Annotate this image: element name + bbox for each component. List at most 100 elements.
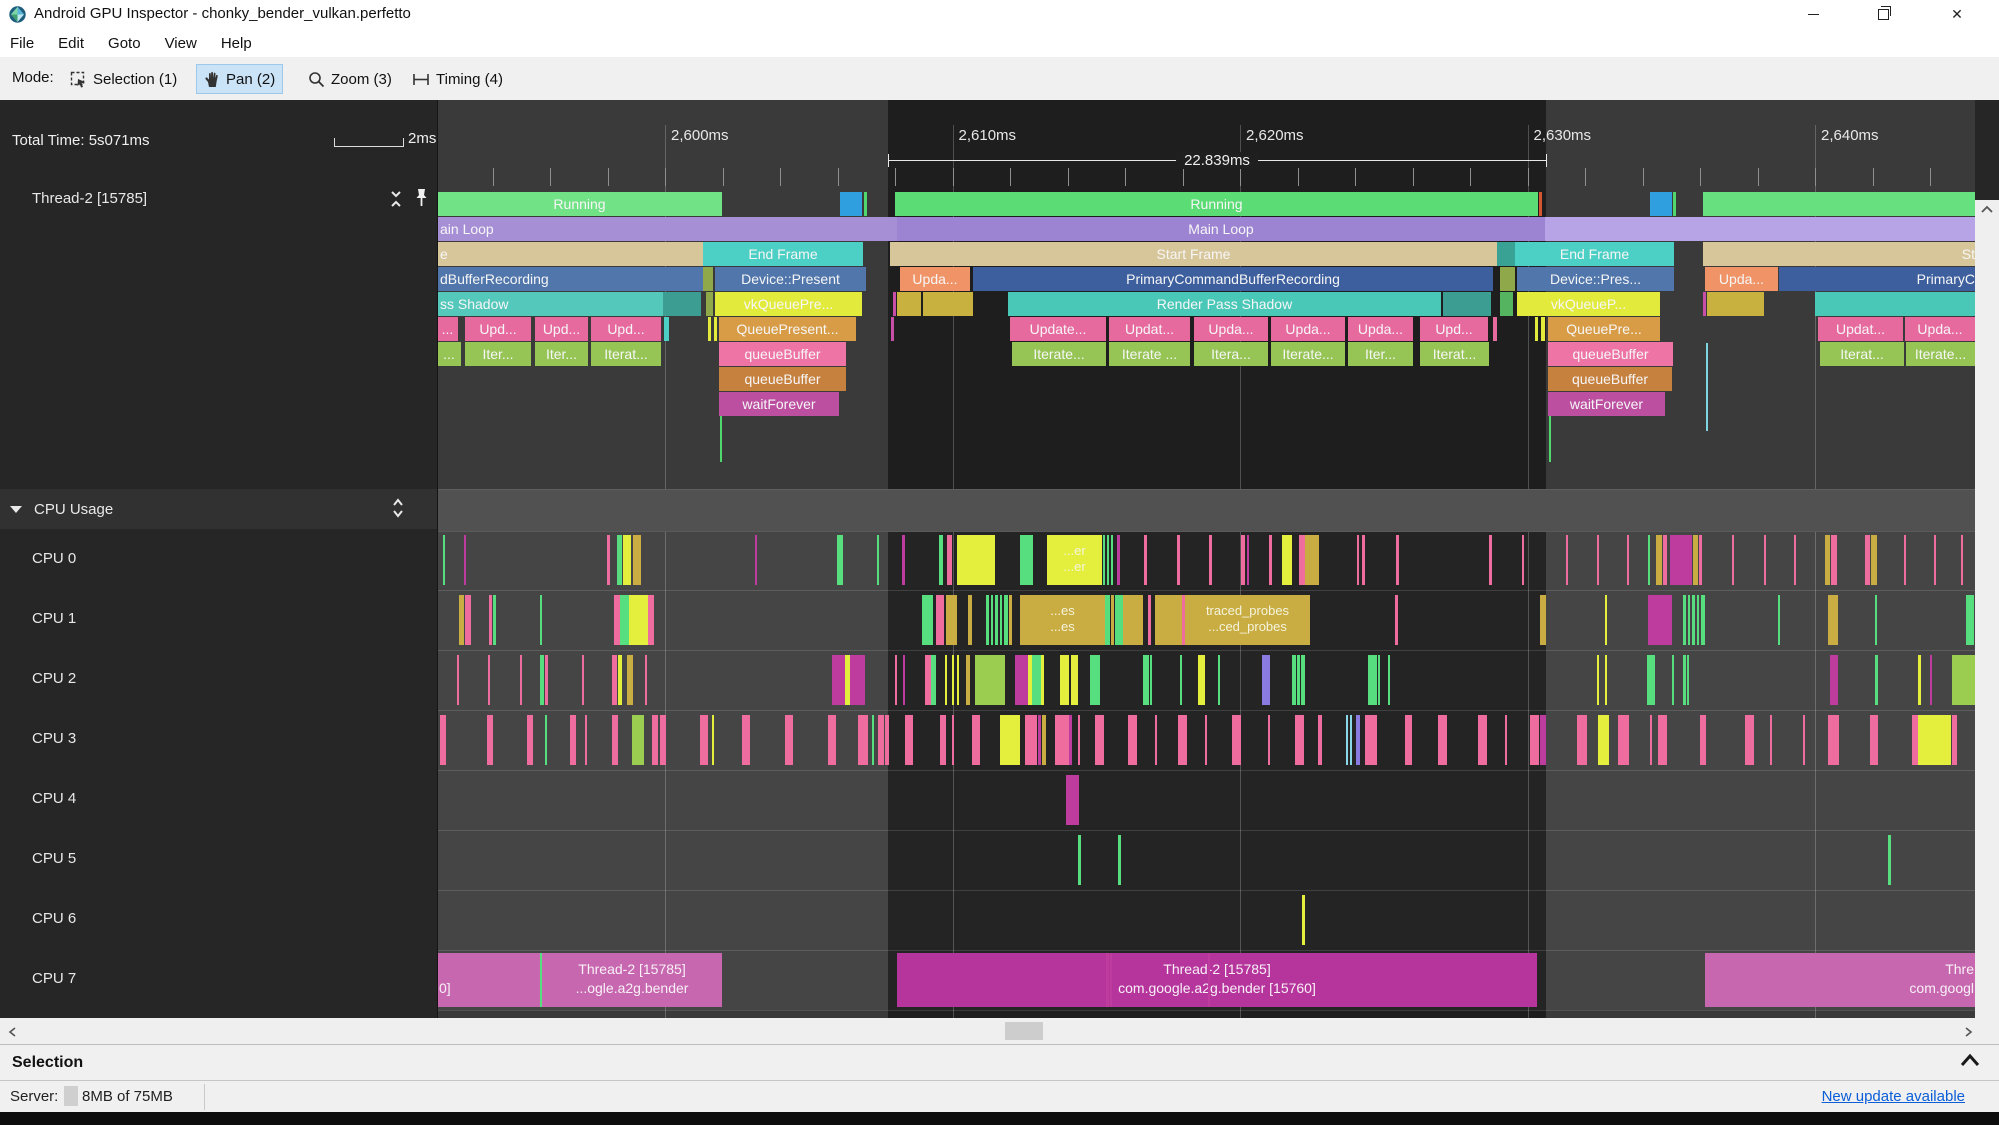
cpu-slice[interactable]	[1247, 535, 1249, 585]
hscroll-thumb[interactable]	[1005, 1022, 1043, 1040]
cpu-slice[interactable]	[968, 595, 972, 645]
cpu7-thin-slice[interactable]	[1208, 953, 1210, 1007]
cpu-slice[interactable]	[1648, 535, 1650, 585]
cpu-slice[interactable]	[1365, 715, 1377, 765]
cpu-slice[interactable]	[1282, 535, 1292, 585]
cpu-slice[interactable]	[1346, 715, 1348, 765]
slice[interactable]: queueBuffer	[1548, 367, 1672, 391]
slice[interactable]: QueuePresent...	[719, 317, 856, 341]
chevron-up-icon[interactable]	[1959, 1053, 1981, 1067]
cpu-slice[interactable]	[1305, 535, 1319, 585]
cpu-slice[interactable]	[1701, 595, 1705, 645]
slice[interactable]: Updat...	[1818, 317, 1903, 341]
slice[interactable]	[864, 192, 867, 216]
slice[interactable]: vkQueuePre...	[715, 292, 862, 316]
cpu-slice[interactable]	[1055, 715, 1069, 765]
cpu-slice[interactable]	[585, 715, 587, 765]
slice[interactable]	[708, 317, 711, 341]
slice[interactable]: Updat...	[1109, 317, 1190, 341]
cpu-slice[interactable]	[1368, 655, 1377, 705]
slice[interactable]	[1535, 317, 1538, 341]
cpu-slice[interactable]	[1670, 535, 1692, 585]
menu-item-view[interactable]: View	[165, 35, 197, 52]
cpu-slice[interactable]	[1241, 535, 1245, 585]
slice[interactable]	[1541, 317, 1545, 341]
cpu-slice[interactable]	[488, 655, 490, 705]
cpu-slice[interactable]	[1009, 595, 1012, 645]
slice[interactable]	[1545, 217, 1975, 241]
cpu-slice[interactable]	[1000, 715, 1020, 765]
cpu-slice[interactable]	[1117, 535, 1120, 585]
cpu-slice[interactable]	[940, 715, 946, 765]
cpu-slice[interactable]	[1111, 595, 1114, 645]
cpu-slice[interactable]	[1292, 655, 1296, 705]
slice[interactable]	[1497, 242, 1515, 266]
slice[interactable]: Main Loop	[897, 217, 1545, 241]
slice[interactable]	[664, 317, 669, 341]
mode-pan-button[interactable]: Pan (2)	[196, 64, 284, 94]
cpu-slice[interactable]	[957, 535, 995, 585]
slice[interactable]	[1707, 292, 1764, 316]
cpu-slice[interactable]	[1015, 655, 1028, 705]
cpu-slice[interactable]	[1764, 535, 1766, 585]
cpu-slice[interactable]	[945, 655, 947, 705]
cpu-slice[interactable]	[1042, 715, 1046, 765]
cpu-slice[interactable]	[966, 655, 970, 705]
cpu-slice[interactable]	[1143, 655, 1149, 705]
horizontal-scrollbar[interactable]	[0, 1018, 1999, 1044]
slice[interactable]: Device::Present	[715, 267, 866, 291]
cpu-slice[interactable]	[1692, 595, 1695, 645]
cpu-slice[interactable]	[1066, 775, 1079, 825]
slice[interactable]: queueBuffer	[719, 342, 846, 366]
slice[interactable]: ...	[437, 317, 458, 341]
slice[interactable]	[1703, 192, 1975, 216]
cpu-slice[interactable]	[618, 655, 622, 705]
cpu-slice[interactable]	[1650, 715, 1652, 765]
updown-icon[interactable]	[390, 497, 406, 519]
cpu-slice[interactable]	[1103, 535, 1105, 585]
slice[interactable]: Upda...	[1905, 317, 1975, 341]
cpu-slice[interactable]	[995, 595, 998, 645]
cpu7-thread-block[interactable]: Thre com.googl	[1705, 953, 1975, 1007]
cpu-slice[interactable]	[648, 595, 654, 645]
slice[interactable]: Running	[437, 192, 722, 216]
cpu-slice[interactable]	[1934, 535, 1936, 585]
slice[interactable]: PrimaryC	[1779, 267, 1975, 291]
cpu-slice[interactable]	[1618, 715, 1629, 765]
cpu-slice[interactable]	[1295, 715, 1304, 765]
cpu-slice[interactable]	[465, 595, 471, 645]
cpu-slice[interactable]	[1732, 535, 1734, 585]
cpu-slice[interactable]	[1205, 715, 1207, 765]
cpu-slice[interactable]	[1770, 715, 1772, 765]
cpu-slice[interactable]	[939, 535, 943, 585]
cpu-slice[interactable]	[1150, 655, 1152, 705]
close-button[interactable]: ✕	[1934, 0, 1980, 29]
cpu-slice[interactable]	[440, 715, 446, 765]
cpu-slice[interactable]	[1605, 655, 1607, 705]
cpu-slice[interactable]	[832, 655, 845, 705]
track-area[interactable]: 2,600ms 2,610ms 2,620ms 2,630ms 2,640ms Runn…	[437, 100, 1975, 1018]
slice[interactable]: queueBuffer	[719, 367, 846, 391]
cpu-slice[interactable]	[540, 655, 544, 705]
slice[interactable]	[1703, 292, 1706, 316]
cpu-slice[interactable]	[1004, 595, 1008, 645]
pin-icon[interactable]	[414, 188, 429, 208]
cpu-slice[interactable]	[1078, 715, 1080, 765]
cpu-slice[interactable]	[1803, 715, 1805, 765]
cpu-slice[interactable]	[1597, 655, 1599, 705]
cpu-slice[interactable]	[1605, 595, 1607, 645]
cpu-slice[interactable]	[527, 715, 533, 765]
cpu-slice[interactable]	[1025, 715, 1037, 765]
cpu-slice[interactable]	[905, 715, 913, 765]
cpu-slice[interactable]	[877, 535, 879, 585]
cpu-slice[interactable]	[828, 715, 836, 765]
cpu-slice[interactable]	[1522, 535, 1524, 585]
cpu-slice[interactable]	[1069, 715, 1072, 765]
cpu-slice[interactable]	[1105, 595, 1110, 645]
cpu-slice[interactable]	[1697, 595, 1699, 645]
slice[interactable]: Upda...	[900, 267, 970, 291]
cpu7-thread-block[interactable]: Thread-2 [15785] com.google.a2g.bender [1…	[897, 953, 1537, 1007]
cpu-slice[interactable]	[903, 655, 905, 705]
slice[interactable]: Iter...	[1348, 342, 1413, 366]
cpu-slice[interactable]	[850, 655, 865, 705]
